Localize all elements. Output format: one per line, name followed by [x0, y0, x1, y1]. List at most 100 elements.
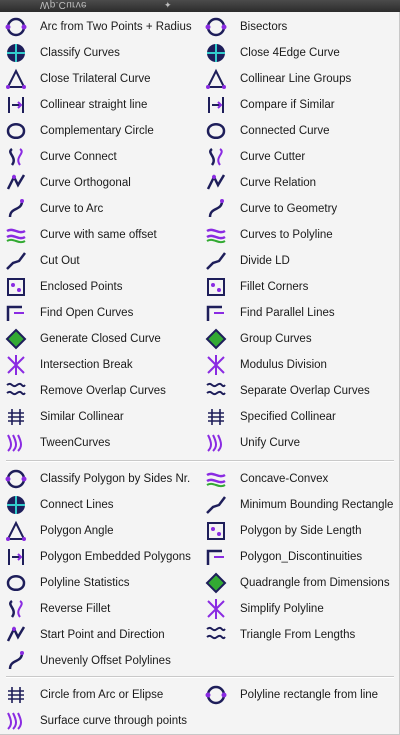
component-label: Connect Lines: [40, 499, 114, 511]
group-curves-icon: [204, 327, 228, 351]
collinear-line-icon: [4, 93, 28, 117]
component-specified-collinear[interactable]: Specified Collinear: [200, 404, 398, 430]
classify-polygon-icon: [4, 467, 28, 491]
component-circle-from-arc[interactable]: Circle from Arc or Elipse: [0, 682, 198, 708]
component-close-4edge[interactable]: Close 4Edge Curve: [200, 40, 398, 66]
component-label: Divide LD: [240, 255, 290, 267]
component-close-trilateral[interactable]: Close Trilateral Curve: [0, 66, 198, 92]
component-remove-overlap[interactable]: Remove Overlap Curves: [0, 378, 198, 404]
component-polyline-rectangle[interactable]: Polyline rectangle from line: [200, 682, 398, 708]
curve-relation-icon: [204, 171, 228, 195]
component-bounding-rectangle[interactable]: Minimum Bounding Rectangle: [200, 492, 398, 518]
enclosed-points-icon: [4, 275, 28, 299]
tween-curves-icon: [4, 431, 28, 455]
component-curve-connect[interactable]: Curve Connect: [0, 144, 198, 170]
component-tween-curves[interactable]: TweenCurves: [0, 430, 198, 456]
component-label: Unevenly Offset Polylines: [40, 655, 171, 667]
component-label: Curve Cutter: [240, 151, 306, 163]
component-enclosed-points[interactable]: Enclosed Points: [0, 274, 198, 300]
component-classify-curves[interactable]: Classify Curves: [0, 40, 198, 66]
component-collinear-line[interactable]: Collinear straight line: [0, 92, 198, 118]
component-surface-curve[interactable]: Surface curve through points: [0, 708, 198, 734]
component-label: Simplify Polyline: [240, 603, 324, 615]
component-connected-curve[interactable]: Connected Curve: [200, 118, 398, 144]
component-start-point[interactable]: Start Point and Direction: [0, 622, 198, 648]
component-classify-polygon[interactable]: Classify Polygon by Sides Nr.: [0, 466, 198, 492]
component-modulus-division[interactable]: Modulus Division: [200, 352, 398, 378]
reverse-fillet-icon: [4, 597, 28, 621]
component-polygon-discontinuities[interactable]: Polygon_Discontinuities: [200, 544, 398, 570]
component-polygon-side-length[interactable]: Polygon by Side Length: [200, 518, 398, 544]
component-label: Curve to Geometry: [240, 203, 338, 215]
component-connect-lines[interactable]: Connect Lines: [0, 492, 198, 518]
start-point-icon: [4, 623, 28, 647]
component-label: Polyline rectangle from line: [240, 689, 379, 701]
component-embedded-polygons[interactable]: Polygon Embedded Polygons: [0, 544, 198, 570]
component-curves-to-polyline[interactable]: Curves to Polyline: [200, 222, 398, 248]
component-curve-offset[interactable]: Curve with same offset: [0, 222, 198, 248]
component-label: Modulus Division: [240, 359, 327, 371]
surface-curve-icon: [4, 709, 28, 733]
component-divide-ld[interactable]: Divide LD: [200, 248, 398, 274]
intersection-break-icon: [4, 353, 28, 377]
component-label: Quadrangle from Dimensions: [240, 577, 390, 589]
curve-cutter-icon: [204, 145, 228, 169]
component-label: Curve Orthogonal: [40, 177, 131, 189]
component-curve-cutter[interactable]: Curve Cutter: [200, 144, 398, 170]
component-label: Classify Curves: [40, 47, 120, 59]
component-generate-closed-curve[interactable]: Generate Closed Curve: [0, 326, 198, 352]
component-label: Reverse Fillet: [40, 603, 111, 615]
component-concave-convex[interactable]: Concave-Convex: [200, 466, 398, 492]
component-similar-collinear[interactable]: Similar Collinear: [0, 404, 198, 430]
component-label: Surface curve through points: [40, 715, 188, 727]
polyline-rectangle-icon: [204, 683, 228, 707]
component-arc-radius[interactable]: Arc from Two Points + Radius: [0, 14, 198, 40]
component-uneven-offset[interactable]: Unevenly Offset Polylines: [0, 648, 198, 674]
component-compare-similar[interactable]: Compare if Similar: [200, 92, 398, 118]
component-parallel-lines[interactable]: Find Parallel Lines: [200, 300, 398, 326]
component-bisectors[interactable]: Bisectors: [200, 14, 398, 40]
component-reverse-fillet[interactable]: Reverse Fillet: [0, 596, 198, 622]
divide-ld-icon: [204, 249, 228, 273]
component-polyline-statistics[interactable]: Polyline Statistics: [0, 570, 198, 596]
component-triangle-lengths[interactable]: Triangle From Lengths: [200, 622, 398, 648]
component-label: Fillet Corners: [240, 281, 309, 293]
connected-curve-icon: [204, 119, 228, 143]
curve-to-arc-icon: [4, 197, 28, 221]
component-label: Classify Polygon by Sides Nr.: [40, 473, 191, 485]
simplify-polyline-icon: [204, 597, 228, 621]
group-divider: [6, 676, 394, 678]
component-label: Unify Curve: [240, 437, 301, 449]
component-label: Curve Relation: [240, 177, 317, 189]
component-quadrangle[interactable]: Quadrangle from Dimensions: [200, 570, 398, 596]
curve-connect-icon: [4, 145, 28, 169]
component-label: Close Trilateral Curve: [40, 73, 151, 85]
component-separate-overlap[interactable]: Separate Overlap Curves: [200, 378, 398, 404]
component-curve-relation[interactable]: Curve Relation: [200, 170, 398, 196]
component-polygon-angle[interactable]: Polygon Angle: [0, 518, 198, 544]
component-complementary-circle[interactable]: Complementary Circle: [0, 118, 198, 144]
component-label: Arc from Two Points + Radius: [40, 21, 192, 33]
component-curve-to-arc[interactable]: Curve to Arc: [0, 196, 198, 222]
component-group-curves[interactable]: Group Curves: [200, 326, 398, 352]
component-curve-to-geometry[interactable]: Curve to Geometry: [200, 196, 398, 222]
component-label: Triangle From Lengths: [240, 629, 356, 641]
component-curve-orthogonal[interactable]: Curve Orthogonal: [0, 170, 198, 196]
component-label: Circle from Arc or Elipse: [40, 689, 164, 701]
compare-similar-icon: [204, 93, 228, 117]
component-label: Polygon by Side Length: [240, 525, 362, 537]
component-find-open-curves[interactable]: Find Open Curves: [0, 300, 198, 326]
pin-icon[interactable]: ✦: [164, 0, 172, 11]
separate-overlap-icon: [204, 379, 228, 403]
component-label: Close 4Edge Curve: [240, 47, 340, 59]
component-intersection-break[interactable]: Intersection Break: [0, 352, 198, 378]
component-simplify-polyline[interactable]: Simplify Polyline: [200, 596, 398, 622]
component-fillet-corners[interactable]: Fillet Corners: [200, 274, 398, 300]
classify-curves-icon: [4, 41, 28, 65]
component-cut-out[interactable]: Cut Out: [0, 248, 198, 274]
group-divider: [6, 460, 394, 462]
component-collinear-groups[interactable]: Collinear Line Groups: [200, 66, 398, 92]
parallel-lines-icon: [204, 301, 228, 325]
component-unify-curve[interactable]: Unify Curve: [200, 430, 398, 456]
curves-to-polyline-icon: [204, 223, 228, 247]
